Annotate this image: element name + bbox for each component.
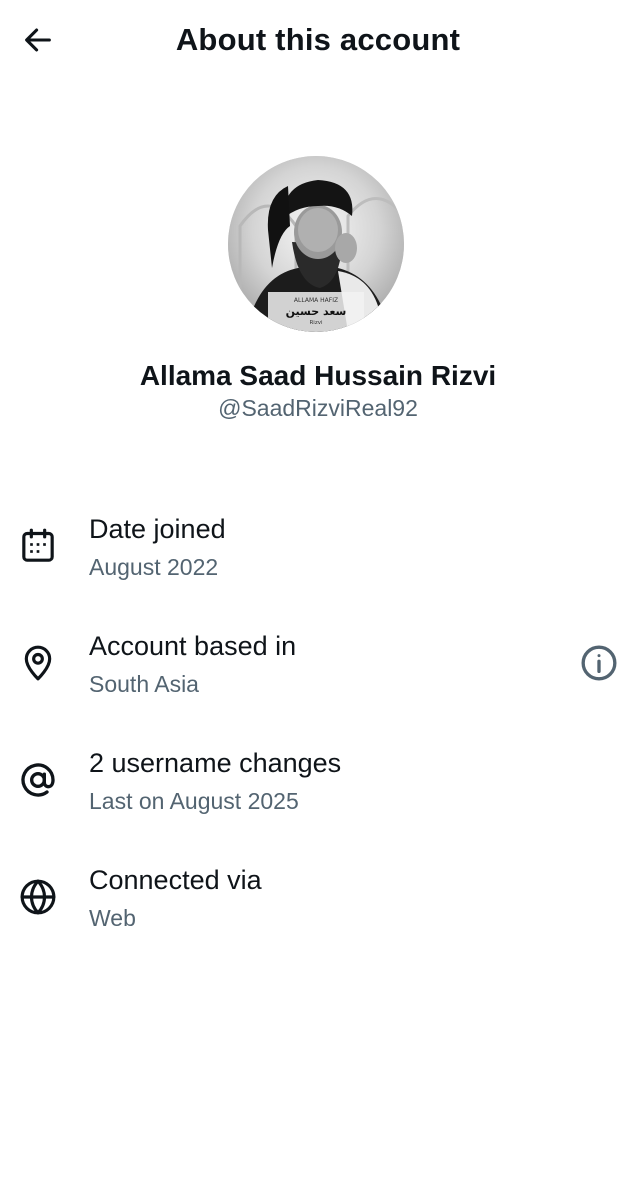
calendar-icon [17,525,59,567]
avatar-caption-sub: Rizvi [309,320,322,326]
date-joined-row: Date joined August 2022 [0,506,636,606]
avatar-caption-main: سعد حسین [286,305,347,318]
at-sign-icon [17,759,59,801]
connected-via-row: Connected via Web [0,857,636,957]
account-based-in-row: Account based in South Asia [0,623,636,723]
date-joined-value: August 2022 [89,554,219,580]
username-changes-value: Last on August 2025 [89,788,299,814]
connected-via-value: Web [89,905,136,931]
username-changes-row: 2 username changes Last on August 2025 [0,740,636,840]
avatar[interactable]: ALLAMA HAFIZ سعد حسین Rizvi [228,156,404,332]
location-pin-icon [17,642,59,684]
globe-icon [17,876,59,918]
avatar-image: ALLAMA HAFIZ سعد حسین Rizvi [228,156,404,332]
info-icon [581,645,617,681]
account-based-in-value: South Asia [89,671,199,697]
header-bar: About this account [0,0,636,82]
avatar-caption-top: ALLAMA HAFIZ [294,297,338,304]
account-based-in-label: Account based in [89,631,297,661]
info-button[interactable] [578,642,620,684]
username-handle: @SaadRizviReal92 [218,395,418,421]
display-name: Allama Saad Hussain Rizvi [139,360,497,391]
page-title: About this account [175,22,461,57]
username-changes-label: 2 username changes [89,748,342,778]
date-joined-label: Date joined [89,514,226,544]
connected-via-label: Connected via [89,865,262,895]
